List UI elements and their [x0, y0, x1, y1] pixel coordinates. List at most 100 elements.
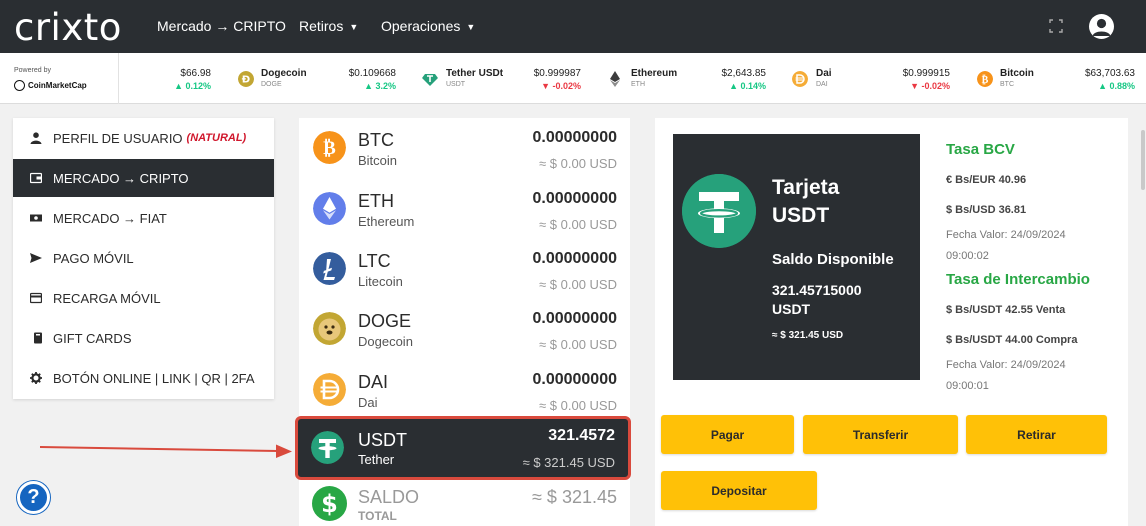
side-menu: PERFIL DE USUARIO (NATURAL) MERCADO → CR… — [13, 118, 274, 399]
ticker-price: $0.999915 — [902, 68, 950, 79]
ticker-change: ▼ -0.02% — [910, 81, 950, 91]
gear-icon — [30, 372, 42, 384]
ticker-price: $0.999987 — [533, 68, 581, 79]
menu-item-mercado-fiat[interactable]: MERCADO → FIAT — [13, 199, 274, 237]
asset-row-usdt-selected[interactable]: USDT Tether 321.4572 ≈ $ 321.45 USD — [295, 416, 631, 480]
asset-row-dai[interactable]: DAI Dai 0.00000000 ≈ $ 0.00 USD — [299, 362, 630, 422]
nav-retiros[interactable]: Retiros ▼ — [299, 18, 358, 34]
date-line: Fecha Valor: 24/09/2024 — [946, 229, 1066, 241]
asset-symbol: USDT — [358, 430, 407, 450]
send-icon — [30, 253, 42, 263]
coinmarketcap-icon — [14, 80, 25, 91]
user-avatar[interactable] — [1089, 14, 1114, 39]
sell-rate: $ Bs/USDT 42.55 Venta — [946, 304, 1066, 316]
asset-usd-value: ≈ $ 321.45 USD — [522, 455, 615, 470]
help-button[interactable]: ? — [17, 481, 50, 514]
asset-name: Tether — [358, 452, 395, 467]
annotation-arrow-icon — [40, 444, 292, 458]
available-balance: 321.45715000 USDT — [772, 281, 862, 319]
litecoin-icon — [313, 252, 346, 285]
wallet-icon — [30, 172, 42, 184]
caret-down-icon: ▼ — [349, 22, 359, 33]
asset-balance: 0.00000000 — [532, 190, 617, 207]
usdt-card: Tarjeta USDT Saldo Disponible 321.4571500… — [673, 134, 920, 380]
saldo-total-label: TOTAL — [358, 509, 397, 523]
ethereum-icon — [610, 71, 620, 87]
deposit-button[interactable]: Depositar — [661, 471, 817, 510]
crixto-logo[interactable]: crixto — [14, 6, 122, 49]
asset-name: Ethereum — [358, 214, 415, 229]
menu-item-label: BOTÓN ONLINE | LINK | QR | 2FA — [53, 370, 255, 386]
ticker-price: $63,703.63 — [1084, 68, 1135, 79]
fullscreen-icon[interactable] — [1049, 19, 1063, 33]
saldo-label: SALDO — [358, 487, 420, 507]
menu-item-perfil[interactable]: PERFIL DE USUARIO (NATURAL) — [13, 119, 274, 157]
nav-operaciones[interactable]: Operaciones ▼ — [381, 18, 475, 34]
dai-icon — [792, 71, 808, 87]
pay-button[interactable]: Pagar — [661, 415, 794, 454]
ticker-name: Bitcoin — [1000, 68, 1034, 79]
asset-usd-value: ≈ $ 0.00 USD — [539, 337, 617, 352]
asset-name: Dogecoin — [358, 334, 413, 349]
wallet-asset-list: ₿ BTC Bitcoin 0.00000000 ≈ $ 0.00 USD ET… — [295, 118, 631, 526]
caret-down-icon: ▼ — [466, 22, 476, 33]
bitcoin-icon: ₿ — [313, 131, 346, 164]
asset-balance: 0.00000000 — [532, 371, 617, 388]
balance-unit: USDT — [772, 301, 811, 317]
bcv-eur-rate: € Bs/EUR 40.96 — [946, 174, 1027, 186]
menu-item-label: GIFT CARDS — [53, 330, 132, 346]
asset-usd-value: ≈ $ 0.00 USD — [539, 277, 617, 292]
ticker-name: Ethereum — [631, 68, 678, 79]
ticker-name: Dai — [816, 68, 832, 79]
menu-item-boton-online[interactable]: BOTÓN ONLINE | LINK | QR | 2FA — [13, 359, 274, 397]
ticker-symbol: DAI — [816, 81, 828, 88]
nav-label: Retiros — [299, 18, 344, 34]
top-navbar: crixto Mercado → CRIPTO Retiros ▼ Operaci… — [0, 0, 1146, 53]
tether-icon — [422, 74, 438, 86]
divider — [118, 53, 119, 104]
asset-usd-value: ≈ $ 0.00 USD — [539, 217, 617, 232]
asset-row-doge[interactable]: DOGE Dogecoin 0.00000000 ≈ $ 0.00 USD — [299, 301, 630, 361]
tether-icon — [682, 174, 756, 248]
ethereum-icon — [313, 192, 346, 225]
asset-symbol: DOGE — [358, 311, 412, 331]
ticker-symbol: USDT — [446, 81, 466, 88]
nav-mercado-cripto[interactable]: Mercado → CRIPTO — [157, 18, 286, 34]
ticker-change: ▼ -0.02% — [541, 81, 581, 91]
menu-item-recarga-movil[interactable]: RECARGA MÓVIL — [13, 279, 274, 317]
menu-item-label: RECARGA MÓVIL — [53, 290, 161, 306]
menu-item-pago-movil[interactable]: PAGO MÓVIL — [13, 239, 274, 277]
provider-name: CoinMarketCap — [28, 81, 87, 90]
card-icon — [30, 292, 42, 304]
withdraw-button[interactable]: Retirar — [966, 415, 1107, 454]
asset-row-eth[interactable]: ETH Ethereum 0.00000000 ≈ $ 0.00 USD — [299, 181, 630, 241]
coinmarketcap-logo[interactable]: CoinMarketCap — [14, 80, 87, 91]
powered-by-label: Powered by — [14, 67, 51, 74]
exchange-rate-title: Tasa de Intercambio — [946, 271, 1090, 288]
menu-item-gift-cards[interactable]: GIFT CARDS — [13, 319, 274, 357]
asset-usd-value: ≈ $ 0.00 USD — [539, 156, 617, 171]
scrollbar-thumb[interactable] — [1141, 130, 1145, 190]
nav-label: Operaciones — [381, 18, 461, 34]
ticker-price: $0.109668 — [348, 68, 396, 79]
svg-text:Ð: Ð — [242, 75, 250, 86]
ticker-symbol: ETH — [631, 81, 645, 88]
transfer-button[interactable]: Transferir — [803, 415, 958, 454]
doge-icon: Ð — [238, 71, 254, 87]
bcv-usd-rate: $ Bs/USD 36.81 — [946, 204, 1027, 216]
menu-item-mercado-cripto[interactable]: MERCADO → CRIPTO — [13, 159, 274, 197]
asset-row-btc[interactable]: ₿ BTC Bitcoin 0.00000000 ≈ $ 0.00 USD — [299, 120, 630, 180]
dollar-circle-icon: $ — [312, 486, 347, 521]
asset-balance: 0.00000000 — [532, 129, 617, 146]
ticker-name: Dogecoin — [261, 68, 307, 79]
question-icon: ? — [27, 486, 40, 508]
bcv-rate-title: Tasa BCV — [946, 141, 1015, 158]
saldo-total-amount: ≈ $ 321.45 — [532, 487, 617, 507]
asset-symbol: DAI — [358, 372, 389, 392]
menu-item-label: MERCADO → FIAT — [53, 210, 167, 226]
asset-row-ltc[interactable]: LTC Litecoin 0.00000000 ≈ $ 0.00 USD — [299, 241, 630, 301]
card-title-line: USDT — [772, 204, 830, 227]
date-line: Fecha Valor: 24/09/2024 — [946, 359, 1066, 371]
ticker-name: Tether USDt — [446, 68, 504, 79]
balance-amount: 321.45715000 — [772, 282, 862, 298]
